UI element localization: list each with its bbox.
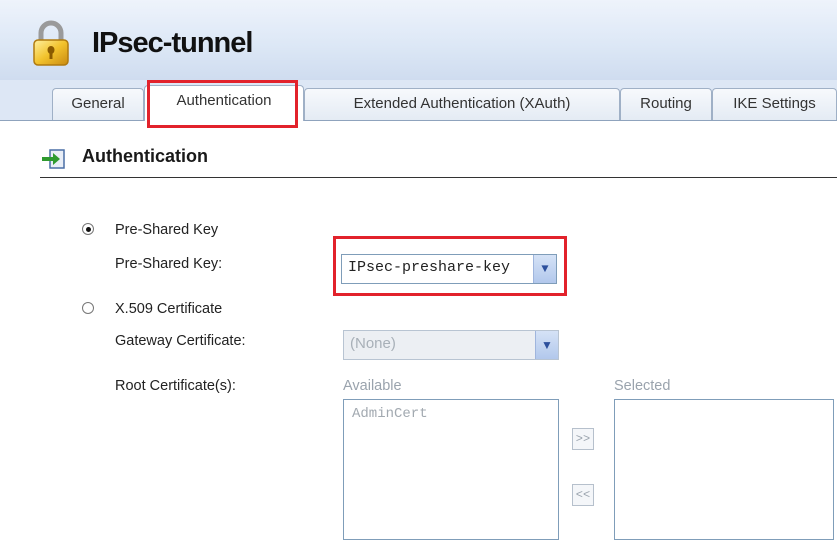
window-header: IPsec-tunnel xyxy=(0,0,837,80)
tab-extended-authentication[interactable]: Extended Authentication (XAuth) xyxy=(304,88,620,120)
arrow-into-box-icon xyxy=(42,149,65,169)
section-title: Authentication xyxy=(82,146,208,166)
section-divider xyxy=(40,177,837,178)
remove-certificate-button[interactable]: << xyxy=(572,484,594,506)
gateway-certificate-label: Gateway Certificate: xyxy=(115,333,246,349)
psk-field-label: Pre-Shared Key: xyxy=(115,256,223,272)
x509-radio[interactable] xyxy=(82,302,94,314)
tab-routing[interactable]: Routing xyxy=(620,88,712,120)
list-item[interactable]: AdminCert xyxy=(352,406,550,422)
tab-general[interactable]: General xyxy=(52,88,144,120)
selected-certificates-list[interactable] xyxy=(614,399,834,540)
page-title: IPsec-tunnel xyxy=(92,27,253,59)
psk-radio[interactable] xyxy=(82,223,94,235)
chevron-down-icon[interactable]: ▼ xyxy=(535,331,558,359)
x509-radio-label: X.509 Certificate xyxy=(115,301,223,317)
psk-radio-label: Pre-Shared Key xyxy=(115,222,219,238)
selected-label: Selected xyxy=(614,378,671,394)
psk-highlight-box xyxy=(333,236,567,296)
gateway-certificate-select[interactable]: (None) ▼ xyxy=(343,330,559,360)
tab-highlight-box xyxy=(147,80,298,128)
add-certificate-button[interactable]: >> xyxy=(572,428,594,450)
available-label: Available xyxy=(343,378,402,394)
tab-ike-settings[interactable]: IKE Settings xyxy=(712,88,837,120)
lock-icon xyxy=(33,20,69,66)
gateway-certificate-value: (None) xyxy=(350,335,396,352)
root-certificates-label: Root Certificate(s): xyxy=(115,378,236,394)
available-certificates-list[interactable]: AdminCert xyxy=(343,399,559,540)
